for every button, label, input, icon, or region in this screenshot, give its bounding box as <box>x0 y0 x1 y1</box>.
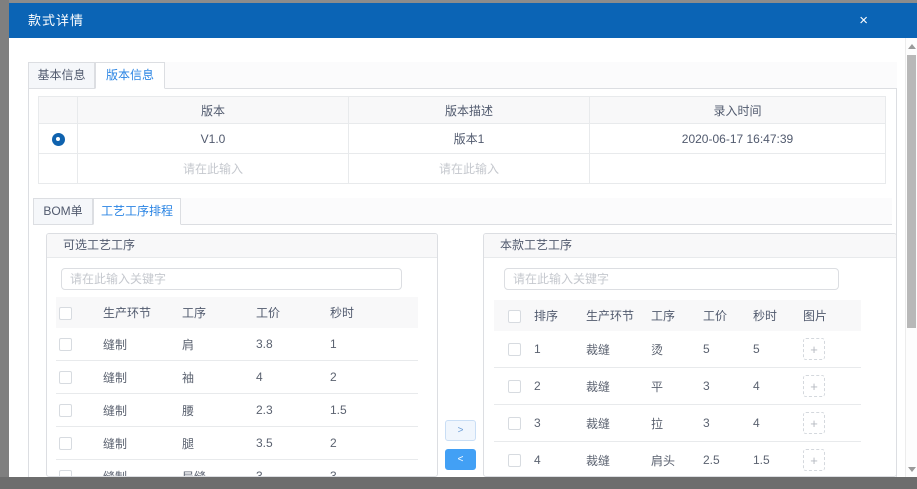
table-row: 4 裁缝 肩头 2.5 1.5 + <box>494 442 861 477</box>
version-value: V1.0 <box>78 124 349 154</box>
info-tabbar: 基本信息 版本信息 <box>28 62 897 89</box>
modal-titlebar: 款式详情 × <box>9 3 917 38</box>
process-column-header: 工序 <box>182 304 256 321</box>
selected-process-table-header: 排序 生产环节 工序 工价 秒时 图片 <box>494 300 861 331</box>
version-table-header: 版本 版本描述 录入时间 <box>39 97 886 124</box>
row-checkbox[interactable] <box>59 371 72 384</box>
select-all-checkbox[interactable] <box>59 307 72 320</box>
selected-process-table: 排序 生产环节 工序 工价 秒时 图片 1 裁缝 烫 5 5 + 2 裁缝 平 <box>494 300 861 477</box>
price-column-header: 工价 <box>256 304 330 321</box>
select-all-checkbox[interactable] <box>508 310 521 323</box>
table-row: 缝制 袖 4 2 <box>56 361 418 394</box>
available-process-search-input[interactable] <box>61 268 402 290</box>
window-frame-bottom <box>0 477 917 489</box>
version-row: V1.0 版本1 2020-06-17 16:47:39 <box>39 124 886 154</box>
close-icon[interactable]: × <box>859 3 868 38</box>
move-left-button[interactable]: < <box>445 449 476 470</box>
description-column-header: 版本描述 <box>349 97 590 124</box>
table-row: 缝制 局缝 3 3 <box>56 460 418 477</box>
row-checkbox[interactable] <box>59 470 72 477</box>
scroll-down-icon[interactable] <box>908 467 916 472</box>
entry-time-column-header: 录入时间 <box>590 97 886 124</box>
process-column-header: 工序 <box>651 307 703 324</box>
row-checkbox[interactable] <box>508 380 521 393</box>
price-column-header: 工价 <box>703 307 753 324</box>
new-description-input[interactable]: 请在此输入 <box>349 154 590 184</box>
tab-basic-info[interactable]: 基本信息 <box>28 62 95 89</box>
content-border-left <box>28 88 29 477</box>
version-description-value: 版本1 <box>349 124 590 154</box>
version-column-header: 版本 <box>78 97 349 124</box>
scrollbar-thumb[interactable] <box>907 55 916 328</box>
seconds-column-header: 秒时 <box>753 307 803 324</box>
order-column-header: 排序 <box>529 307 586 324</box>
version-input-row: 请在此输入 请在此输入 <box>39 154 886 184</box>
row-checkbox[interactable] <box>508 454 521 467</box>
new-version-input[interactable]: 请在此输入 <box>78 154 349 184</box>
scroll-up-icon[interactable] <box>908 44 916 49</box>
add-image-button[interactable]: + <box>803 338 825 360</box>
modal-title: 款式详情 <box>28 3 84 38</box>
add-image-button[interactable]: + <box>803 412 825 434</box>
table-row: 缝制 腰 2.3 1.5 <box>56 394 418 427</box>
image-column-header: 图片 <box>803 307 858 324</box>
table-row: 3 裁缝 拉 3 4 + <box>494 405 861 442</box>
row-checkbox[interactable] <box>59 404 72 417</box>
tab-version-info[interactable]: 版本信息 <box>95 62 165 89</box>
selected-process-search-input[interactable] <box>504 268 839 290</box>
window-frame-top <box>0 0 917 3</box>
table-row: 缝制 肩 3.8 1 <box>56 328 418 361</box>
available-process-table: 生产环节 工序 工价 秒时 缝制 肩 3.8 1 缝制 袖 4 2 缝 <box>56 297 418 477</box>
detail-tabbar: BOM单 工艺工序排程 <box>33 198 892 225</box>
version-radio-selected[interactable] <box>52 133 65 146</box>
available-process-panel: 可选工艺工序 生产环节 工序 工价 秒时 缝制 肩 3.8 1 缝制 袖 4 <box>46 233 438 477</box>
selected-process-panel: 本款工艺工序 排序 生产环节 工序 工价 秒时 图片 1 裁缝 烫 5 5 + <box>483 233 897 477</box>
move-right-button[interactable]: > <box>445 420 476 441</box>
table-row: 2 裁缝 平 3 4 + <box>494 368 861 405</box>
available-process-table-header: 生产环节 工序 工价 秒时 <box>56 297 418 328</box>
available-process-title: 可选工艺工序 <box>47 234 437 258</box>
row-checkbox[interactable] <box>508 417 521 430</box>
row-checkbox[interactable] <box>508 343 521 356</box>
seconds-column-header: 秒时 <box>330 304 410 321</box>
add-image-button[interactable]: + <box>803 449 825 471</box>
row-checkbox[interactable] <box>59 338 72 351</box>
style-detail-modal: 款式详情 × 基本信息 版本信息 版本 版本描述 录入时间 V1.0 版本1 2… <box>0 0 917 489</box>
page-scrollbar[interactable] <box>905 38 917 477</box>
version-radio-cell <box>39 124 78 154</box>
version-radio-column-header <box>39 97 78 124</box>
step-column-header: 生产环节 <box>586 307 651 324</box>
tab-bom[interactable]: BOM单 <box>33 198 93 225</box>
window-frame-left <box>0 0 9 489</box>
table-row: 1 裁缝 烫 5 5 + <box>494 331 861 368</box>
version-table: 版本 版本描述 录入时间 V1.0 版本1 2020-06-17 16:47:3… <box>38 96 886 184</box>
row-checkbox[interactable] <box>59 437 72 450</box>
entry-time-value: 2020-06-17 16:47:39 <box>590 124 886 154</box>
table-row: 缝制 腿 3.5 2 <box>56 427 418 460</box>
add-image-button[interactable]: + <box>803 375 825 397</box>
tab-process-schedule[interactable]: 工艺工序排程 <box>93 198 181 225</box>
selected-process-title: 本款工艺工序 <box>484 234 896 258</box>
step-column-header: 生产环节 <box>96 304 182 321</box>
